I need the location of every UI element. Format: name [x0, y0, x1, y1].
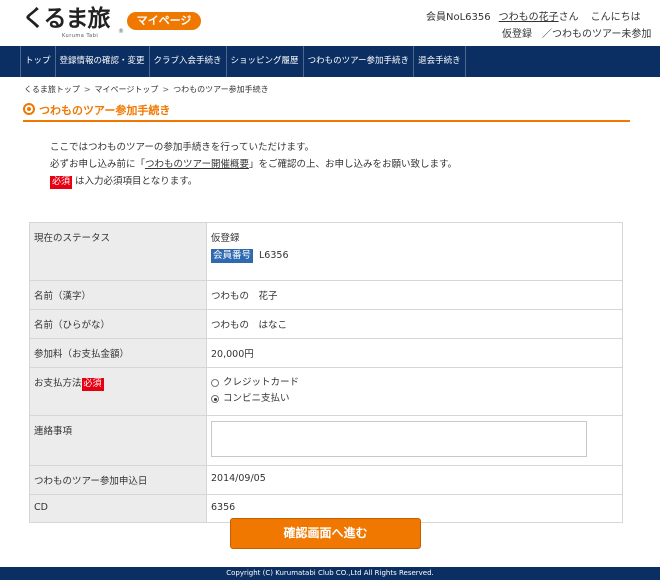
breadcrumb: くるま旅トップ > マイページトップ > つわものツアー参加手続き	[24, 84, 269, 95]
name-kanji-value: つわもの 花子	[206, 280, 623, 310]
member-number: 会員NoL6356	[426, 12, 491, 23]
tour-overview-link[interactable]: つわものツアー開催概要	[145, 159, 249, 170]
radio-unchecked-icon[interactable]	[211, 379, 219, 387]
radio-checked-icon[interactable]	[211, 395, 219, 403]
status-cell: 仮登録 会員番号 L6356	[206, 222, 623, 281]
intro-line-2: 必ずお申し込み前に「つわものツアー開催概要」をご確認の上、お申し込みをお願い致し…	[50, 156, 457, 173]
site-logo[interactable]: くるま旅	[22, 7, 111, 31]
apply-date-label: つわものツアー参加申込日	[29, 465, 207, 495]
table-row: 現在のステータス 仮登録 会員番号 L6356	[29, 222, 623, 281]
nav-item-tour-entry[interactable]: つわものツアー参加手続き	[304, 46, 415, 77]
table-row: つわものツアー参加申込日 2014/09/05	[29, 465, 623, 495]
intro-line-2-pre: 必ずお申し込み前に「	[50, 159, 146, 170]
table-row: 名前（漢字） つわもの 花子	[29, 280, 623, 310]
contact-cell	[206, 415, 623, 466]
table-row: 参加料（お支払金額） 20,000円	[29, 338, 623, 368]
user-info: 会員NoL6356 つわもの花子さん こんにちは	[426, 8, 641, 23]
contact-textarea[interactable]	[211, 421, 587, 457]
member-no-value: L6356	[259, 250, 289, 261]
logo-registered-mark: ®	[118, 28, 124, 35]
payment-option-label[interactable]: コンビニ支払い	[223, 391, 290, 407]
page-title: つわものツアー参加手続き	[39, 104, 171, 117]
logo-subtitle: Kuruma Tabi	[62, 33, 99, 39]
name-kana-label: 名前（ひらがな）	[29, 309, 207, 339]
circle-bullet-icon	[23, 103, 35, 115]
intro-line-2-post: 」をご確認の上、お申し込みをお願い致します。	[248, 159, 458, 170]
intro-line-1: ここではつわものツアーの参加手続きを行っていただけます。	[50, 142, 315, 153]
footer-copyright: Copyright (C) Kurumatabi Club CO.,Ltd Al…	[0, 567, 660, 580]
fee-value: 20,000円	[206, 338, 623, 368]
nav-item-top[interactable]: トップ	[20, 46, 56, 77]
user-status: 仮登録 ／つわものツアー未参加	[502, 29, 652, 40]
nav-item-withdraw[interactable]: 退会手続き	[414, 46, 466, 77]
mypage-badge[interactable]: マイページ	[127, 12, 201, 30]
member-no-row: 会員番号 L6356	[211, 249, 618, 263]
intro-line-3: 必須 は入力必須項目となります。	[50, 173, 457, 190]
apply-date-value: 2014/09/05	[206, 465, 623, 495]
confirm-button[interactable]: 確認画面へ進む	[230, 518, 421, 549]
payment-option-convenience[interactable]: コンビニ支払い	[211, 391, 618, 407]
status-label: 現在のステータス	[29, 222, 207, 281]
payment-option-label[interactable]: クレジットカード	[223, 375, 299, 391]
name-kana-value: つわもの はなこ	[206, 309, 623, 339]
breadcrumb-mypage[interactable]: マイページトップ	[95, 85, 159, 94]
table-row: 名前（ひらがな） つわもの はなこ	[29, 309, 623, 339]
payment-options: クレジットカード コンビニ支払い	[206, 367, 623, 416]
breadcrumb-home[interactable]: くるま旅トップ	[24, 85, 80, 94]
table-row: お支払方法 必須 クレジットカード コンビニ支払い	[29, 367, 623, 416]
payment-option-credit[interactable]: クレジットカード	[211, 375, 618, 391]
breadcrumb-separator: >	[162, 85, 170, 94]
status-value: 仮登録	[211, 233, 240, 244]
required-badge: 必須	[81, 378, 104, 391]
breadcrumb-current: つわものツアー参加手続き	[173, 85, 269, 94]
intro-text: ここではつわものツアーの参加手続きを行っていただけます。 必ずお申し込み前に「つ…	[50, 139, 457, 190]
nav-item-club-join[interactable]: クラブ入会手続き	[150, 46, 227, 77]
name-kanji-label: 名前（漢字）	[29, 280, 207, 310]
section-header: つわものツアー参加手続き	[23, 100, 630, 122]
table-row: 連絡事項	[29, 415, 623, 466]
contact-label: 連絡事項	[29, 415, 207, 466]
site-header: くるま旅 Kuruma Tabi ® マイページ 会員NoL6356 つわもの花子…	[0, 0, 660, 46]
nav-item-shopping-history[interactable]: ショッピング履歴	[227, 46, 304, 77]
payment-label: お支払方法	[34, 378, 82, 389]
breadcrumb-separator: >	[83, 85, 91, 94]
user-name-link[interactable]: つわもの花子	[499, 12, 559, 23]
payment-label-cell: お支払方法 必須	[29, 367, 207, 416]
cd-label: CD	[29, 494, 207, 523]
intro-line-3-text: は入力必須項目となります。	[75, 176, 198, 187]
nav-item-profile[interactable]: 登録情報の確認・変更	[56, 46, 150, 77]
greeting: こんにちは	[590, 12, 641, 23]
entry-form-table: 現在のステータス 仮登録 会員番号 L6356 名前（漢字） つわもの 花子 名前…	[29, 222, 623, 523]
user-suffix: さん	[558, 12, 579, 23]
fee-label: 参加料（お支払金額）	[29, 338, 207, 368]
required-badge: 必須	[50, 176, 73, 189]
member-no-label: 会員番号	[211, 249, 254, 263]
main-nav: トップ 登録情報の確認・変更 クラブ入会手続き ショッピング履歴 つわものツアー…	[0, 46, 660, 77]
